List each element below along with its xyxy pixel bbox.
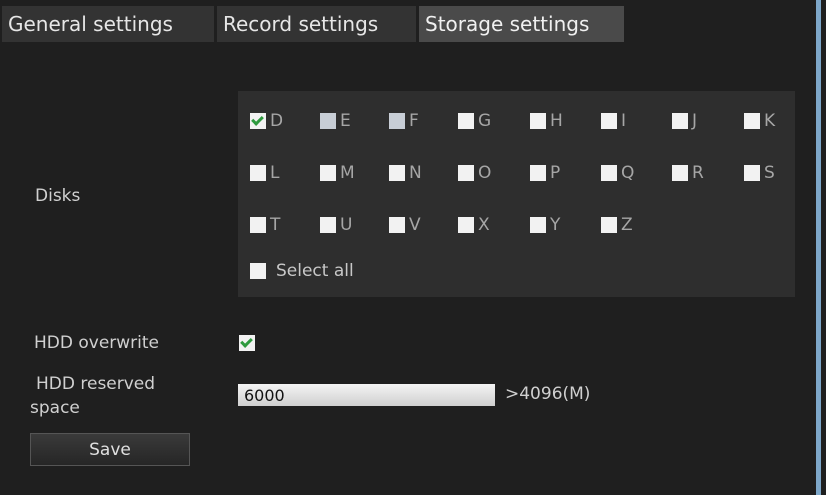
- disk-p-checkbox[interactable]: P: [530, 163, 560, 183]
- disk-letter-label: T: [270, 215, 281, 235]
- disk-letter-label: G: [478, 111, 492, 131]
- checkbox-icon[interactable]: [250, 165, 266, 181]
- checkbox-icon[interactable]: [530, 217, 546, 233]
- disk-letter-label: N: [409, 163, 422, 183]
- tab-bar: General settings Record settings Storage…: [2, 6, 627, 42]
- disk-letter-label: P: [550, 163, 561, 183]
- disk-v-checkbox[interactable]: V: [389, 215, 421, 235]
- disk-letter-label: O: [478, 163, 492, 183]
- checkbox-icon[interactable]: [389, 217, 405, 233]
- hdd-reserved-label-line1: HDD reserved: [36, 374, 156, 394]
- disk-t-checkbox[interactable]: T: [250, 215, 280, 235]
- checkbox-icon[interactable]: [458, 165, 474, 181]
- disk-letter-label: Z: [621, 215, 633, 235]
- disk-letter-label: Y: [550, 215, 561, 235]
- hdd-reserved-space-input[interactable]: [238, 384, 495, 406]
- hdd-reserved-space-label: HDD reserved space: [30, 372, 200, 420]
- disk-letter-label: S: [764, 163, 775, 183]
- checkbox-icon[interactable]: [389, 113, 405, 129]
- disk-letter-label: L: [270, 163, 280, 183]
- checkbox-icon[interactable]: [250, 263, 266, 279]
- tab-general-settings[interactable]: General settings: [2, 6, 214, 42]
- checkbox-icon[interactable]: [672, 113, 688, 129]
- disk-r-checkbox[interactable]: R: [672, 163, 704, 183]
- disk-letter-label: K: [764, 111, 776, 131]
- disk-i-checkbox[interactable]: I: [601, 111, 626, 131]
- tab-record-settings[interactable]: Record settings: [217, 6, 416, 42]
- select-all-checkbox[interactable]: Select all: [250, 261, 354, 281]
- checkbox-icon[interactable]: [601, 165, 617, 181]
- disk-k-checkbox[interactable]: K: [744, 111, 775, 131]
- disk-j-checkbox[interactable]: J: [672, 111, 697, 131]
- disk-letter-label: U: [340, 215, 353, 235]
- checkbox-icon[interactable]: [320, 217, 336, 233]
- disk-letter-label: M: [340, 163, 355, 183]
- storage-settings-panel: General settings Record settings Storage…: [0, 0, 821, 495]
- checkbox-icon[interactable]: [320, 165, 336, 181]
- disk-x-checkbox[interactable]: X: [458, 215, 490, 235]
- checkbox-icon[interactable]: [530, 113, 546, 129]
- disk-d-checkbox[interactable]: D: [250, 111, 283, 131]
- checkbox-icon[interactable]: [250, 217, 266, 233]
- disk-f-checkbox[interactable]: F: [389, 111, 419, 131]
- disk-letter-label: H: [550, 111, 563, 131]
- disk-letter-label: F: [409, 111, 419, 131]
- hdd-overwrite-label: HDD overwrite: [34, 333, 160, 353]
- disk-letter-label: J: [692, 111, 698, 131]
- checkmark-icon[interactable]: [239, 335, 255, 351]
- checkbox-icon[interactable]: [744, 113, 760, 129]
- checkbox-icon[interactable]: [320, 113, 336, 129]
- hdd-overwrite-checkbox[interactable]: [239, 335, 259, 355]
- disk-letter-label: X: [478, 215, 490, 235]
- checkbox-icon[interactable]: [601, 113, 617, 129]
- checkbox-icon[interactable]: [601, 217, 617, 233]
- disk-letter-label: V: [409, 215, 421, 235]
- disk-e-checkbox[interactable]: E: [320, 111, 351, 131]
- checkmark-icon[interactable]: [250, 113, 266, 129]
- disk-l-checkbox[interactable]: L: [250, 163, 279, 183]
- select-all-label: Select all: [276, 261, 354, 281]
- disk-q-checkbox[interactable]: Q: [601, 163, 634, 183]
- checkbox-icon[interactable]: [458, 217, 474, 233]
- checkbox-icon[interactable]: [389, 165, 405, 181]
- disk-letter-label: R: [692, 163, 704, 183]
- disk-o-checkbox[interactable]: O: [458, 163, 491, 183]
- disk-y-checkbox[interactable]: Y: [530, 215, 560, 235]
- hdd-reserved-space-hint: >4096(M): [505, 384, 591, 404]
- tab-storage-settings[interactable]: Storage settings: [419, 6, 624, 42]
- disk-letter-label: Q: [621, 163, 635, 183]
- disks-label: Disks: [35, 186, 81, 206]
- hdd-reserved-label-line2: space: [30, 398, 80, 418]
- disk-z-checkbox[interactable]: Z: [601, 215, 633, 235]
- disk-s-checkbox[interactable]: S: [744, 163, 775, 183]
- disk-m-checkbox[interactable]: M: [320, 163, 355, 183]
- disk-u-checkbox[interactable]: U: [320, 215, 352, 235]
- disk-selection-box: Select all D E F G H I J K L M N O P Q R S T U V X Y Z: [238, 91, 795, 297]
- checkbox-icon[interactable]: [672, 165, 688, 181]
- disk-letter-label: I: [621, 111, 627, 131]
- checkbox-icon[interactable]: [458, 113, 474, 129]
- save-button[interactable]: Save: [30, 433, 190, 466]
- disk-letter-label: D: [270, 111, 284, 131]
- disk-n-checkbox[interactable]: N: [389, 163, 422, 183]
- checkbox-icon[interactable]: [530, 165, 546, 181]
- disk-h-checkbox[interactable]: H: [530, 111, 563, 131]
- disk-letter-label: E: [340, 111, 351, 131]
- checkbox-icon[interactable]: [744, 165, 760, 181]
- disk-g-checkbox[interactable]: G: [458, 111, 491, 131]
